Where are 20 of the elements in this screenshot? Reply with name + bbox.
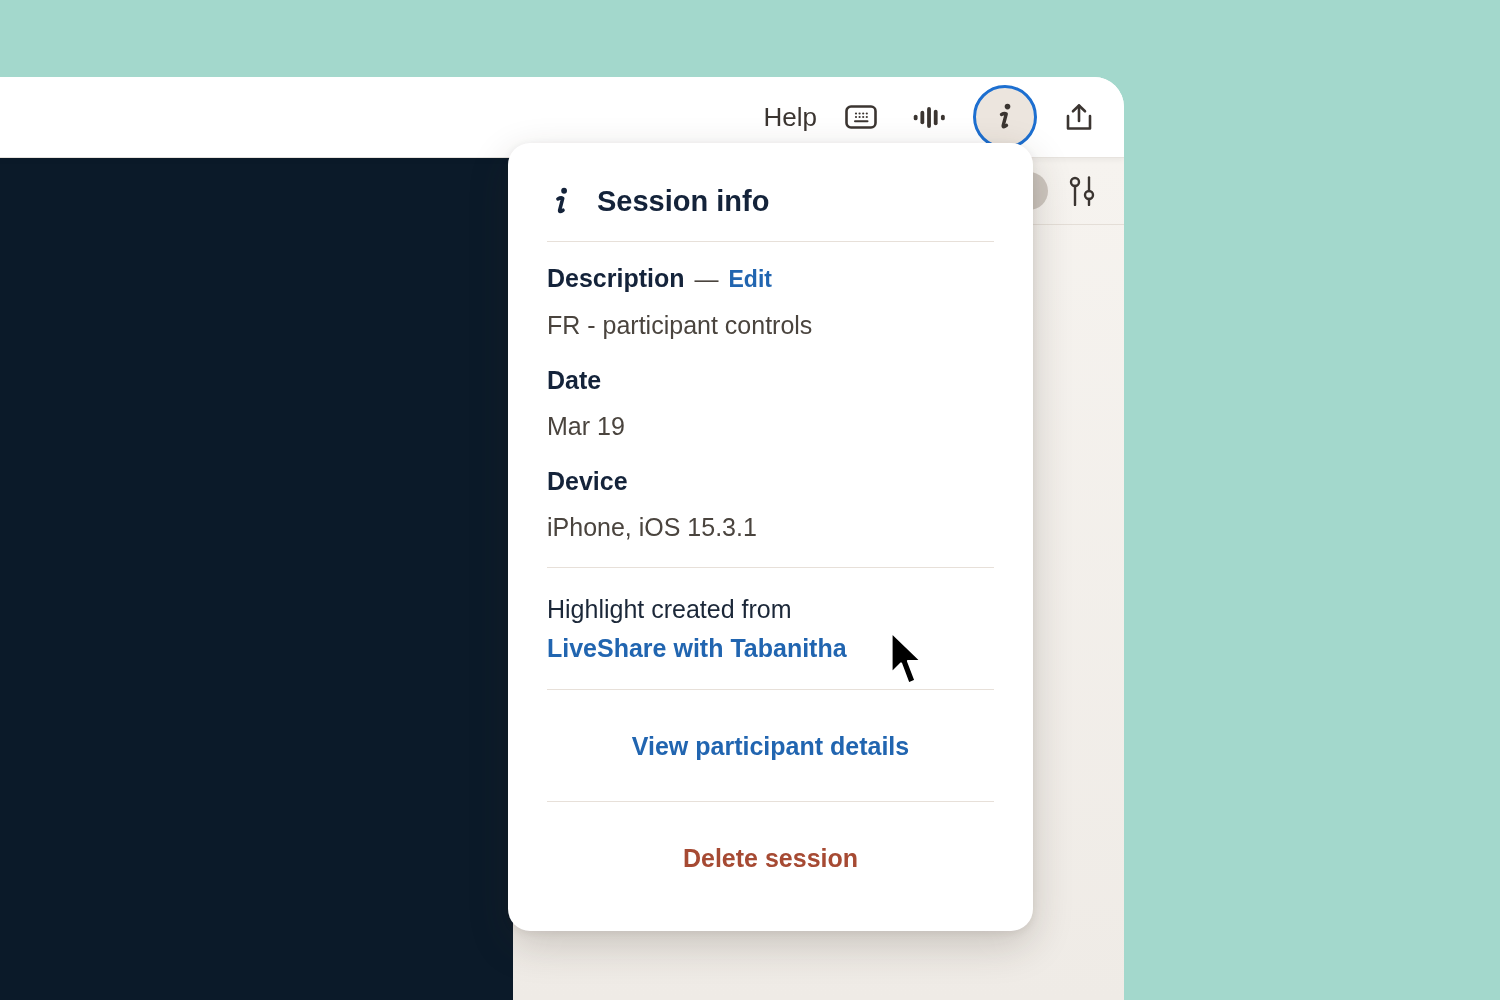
field-value: Mar 19 xyxy=(547,411,626,441)
source-text: Highlight created from xyxy=(547,594,793,624)
sliders-icon[interactable] xyxy=(1069,176,1095,206)
field-value: FR - participant controls xyxy=(547,310,814,340)
popover-title: Session info xyxy=(597,184,770,219)
waveform-icon xyxy=(912,106,946,128)
share-icon xyxy=(1065,103,1093,131)
edit-link[interactable]: Edit xyxy=(728,264,772,294)
dash-separator: — xyxy=(694,264,719,294)
info-icon xyxy=(553,186,570,216)
field-value: iPhone, iOS 15.3.1 xyxy=(547,512,758,542)
source-link[interactable]: LiveShare with Tabanitha xyxy=(547,633,847,663)
field-label: Date xyxy=(547,365,602,395)
details-link[interactable]: View participant details xyxy=(623,726,918,765)
field-label: Description xyxy=(547,263,685,293)
keyboard-icon xyxy=(845,105,877,129)
field-label: Device xyxy=(547,466,628,496)
info-icon xyxy=(997,103,1013,131)
delete-button[interactable]: Delete session xyxy=(674,838,867,877)
help-button[interactable]: Help xyxy=(763,101,817,133)
